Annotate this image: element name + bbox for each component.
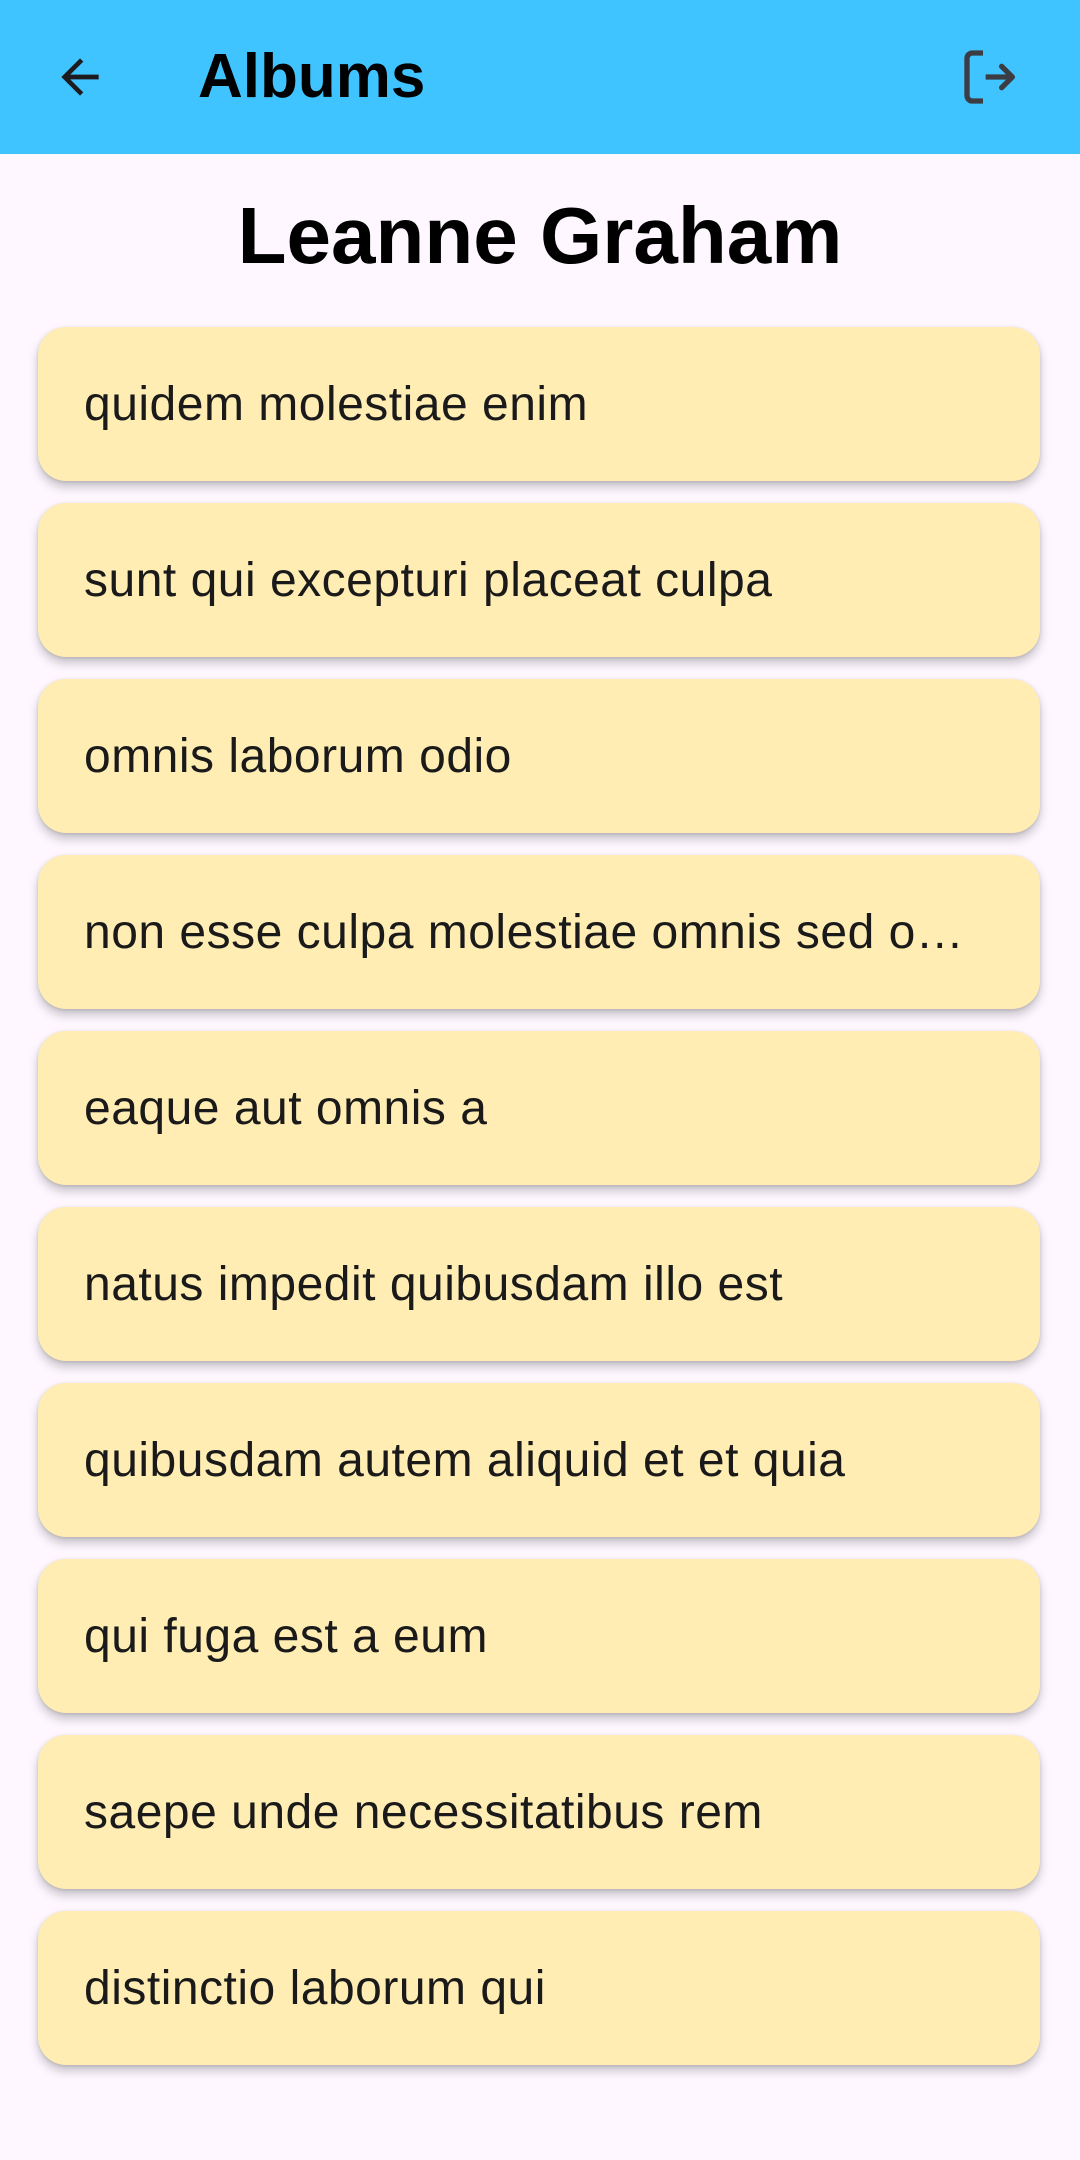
album-card[interactable]: qui fuga est a eum — [38, 1559, 1040, 1713]
album-card[interactable]: non esse culpa molestiae omnis sed optio — [38, 855, 1040, 1009]
album-title: omnis laborum odio — [84, 729, 512, 783]
album-list: quidem molestiae enim sunt qui excepturi… — [38, 327, 1040, 2087]
album-title: distinctio laborum qui — [84, 1961, 546, 2015]
album-title: quidem molestiae enim — [84, 377, 589, 431]
album-title: sunt qui excepturi placeat culpa — [84, 553, 773, 607]
logout-icon — [964, 50, 1015, 104]
back-button[interactable] — [40, 37, 120, 117]
album-card[interactable]: distinctio laborum qui — [38, 1911, 1040, 2065]
album-card[interactable]: eaque aut omnis a — [38, 1031, 1040, 1185]
album-title: saepe unde necessitatibus rem — [84, 1785, 763, 1839]
album-title: quibusdam autem aliquid et et quia — [84, 1433, 846, 1487]
album-title: non esse culpa molestiae omnis sed optio — [84, 905, 972, 959]
album-title: eaque aut omnis a — [84, 1081, 488, 1135]
arrow-left-icon — [61, 58, 99, 96]
logout-button[interactable] — [951, 37, 1031, 117]
app-bar-title: Albums — [198, 42, 426, 111]
user-name-heading: Leanne Graham — [237, 191, 843, 280]
album-card[interactable]: quibusdam autem aliquid et et quia — [38, 1383, 1040, 1537]
album-card[interactable]: omnis laborum odio — [38, 679, 1040, 833]
album-card[interactable]: natus impedit quibusdam illo est — [38, 1207, 1040, 1361]
album-title: qui fuga est a eum — [84, 1609, 488, 1663]
album-title: natus impedit quibusdam illo est — [84, 1257, 784, 1311]
app-bar: Albums — [0, 0, 1080, 154]
album-card[interactable]: quidem molestiae enim — [38, 327, 1040, 481]
album-card[interactable]: saepe unde necessitatibus rem — [38, 1735, 1040, 1889]
album-card[interactable]: sunt qui excepturi placeat culpa — [38, 503, 1040, 657]
